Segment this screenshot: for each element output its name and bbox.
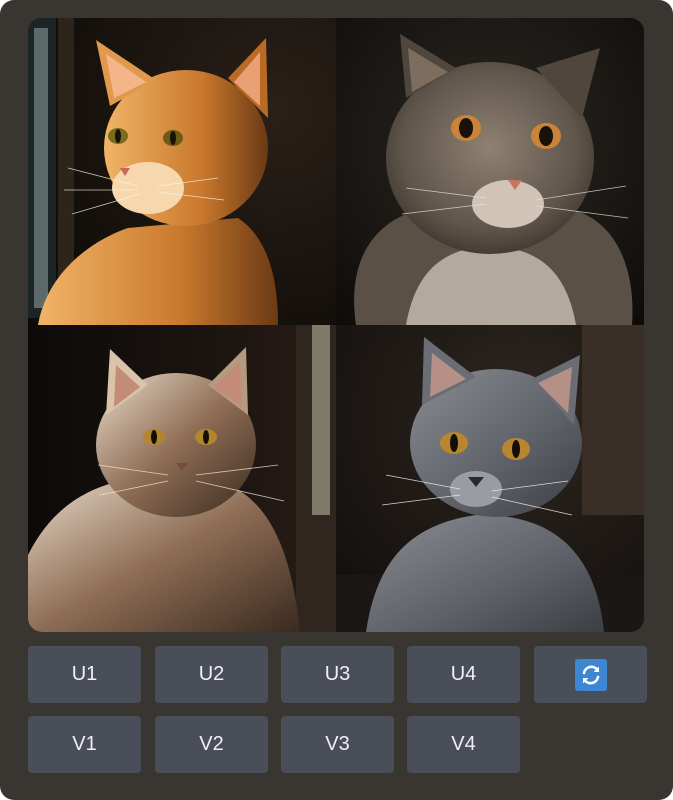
image-1[interactable]	[28, 18, 336, 325]
reroll-button[interactable]	[534, 646, 647, 703]
maine-coon-cat-photo	[28, 325, 336, 632]
upscale-3-button[interactable]: U3	[281, 646, 394, 703]
variation-2-button[interactable]: V2	[155, 716, 268, 773]
variation-3-button[interactable]: V3	[281, 716, 394, 773]
variation-4-button[interactable]: V4	[407, 716, 520, 773]
image-result-panel: U1 U2 U3 U4 V1 V2 V3 V4	[0, 0, 673, 800]
variation-1-button[interactable]: V1	[28, 716, 141, 773]
image-3[interactable]	[28, 325, 336, 632]
grey-longhair-cat-photo	[336, 18, 644, 325]
upscale-1-button[interactable]: U1	[28, 646, 141, 703]
image-4[interactable]	[336, 325, 644, 632]
grey-shorthair-cat-photo	[336, 325, 644, 632]
image-2[interactable]	[336, 18, 644, 325]
upscale-2-button[interactable]: U2	[155, 646, 268, 703]
refresh-icon	[574, 658, 607, 691]
upscale-4-button[interactable]: U4	[407, 646, 520, 703]
image-grid	[28, 18, 644, 632]
orange-tabby-cat-photo	[28, 18, 336, 325]
